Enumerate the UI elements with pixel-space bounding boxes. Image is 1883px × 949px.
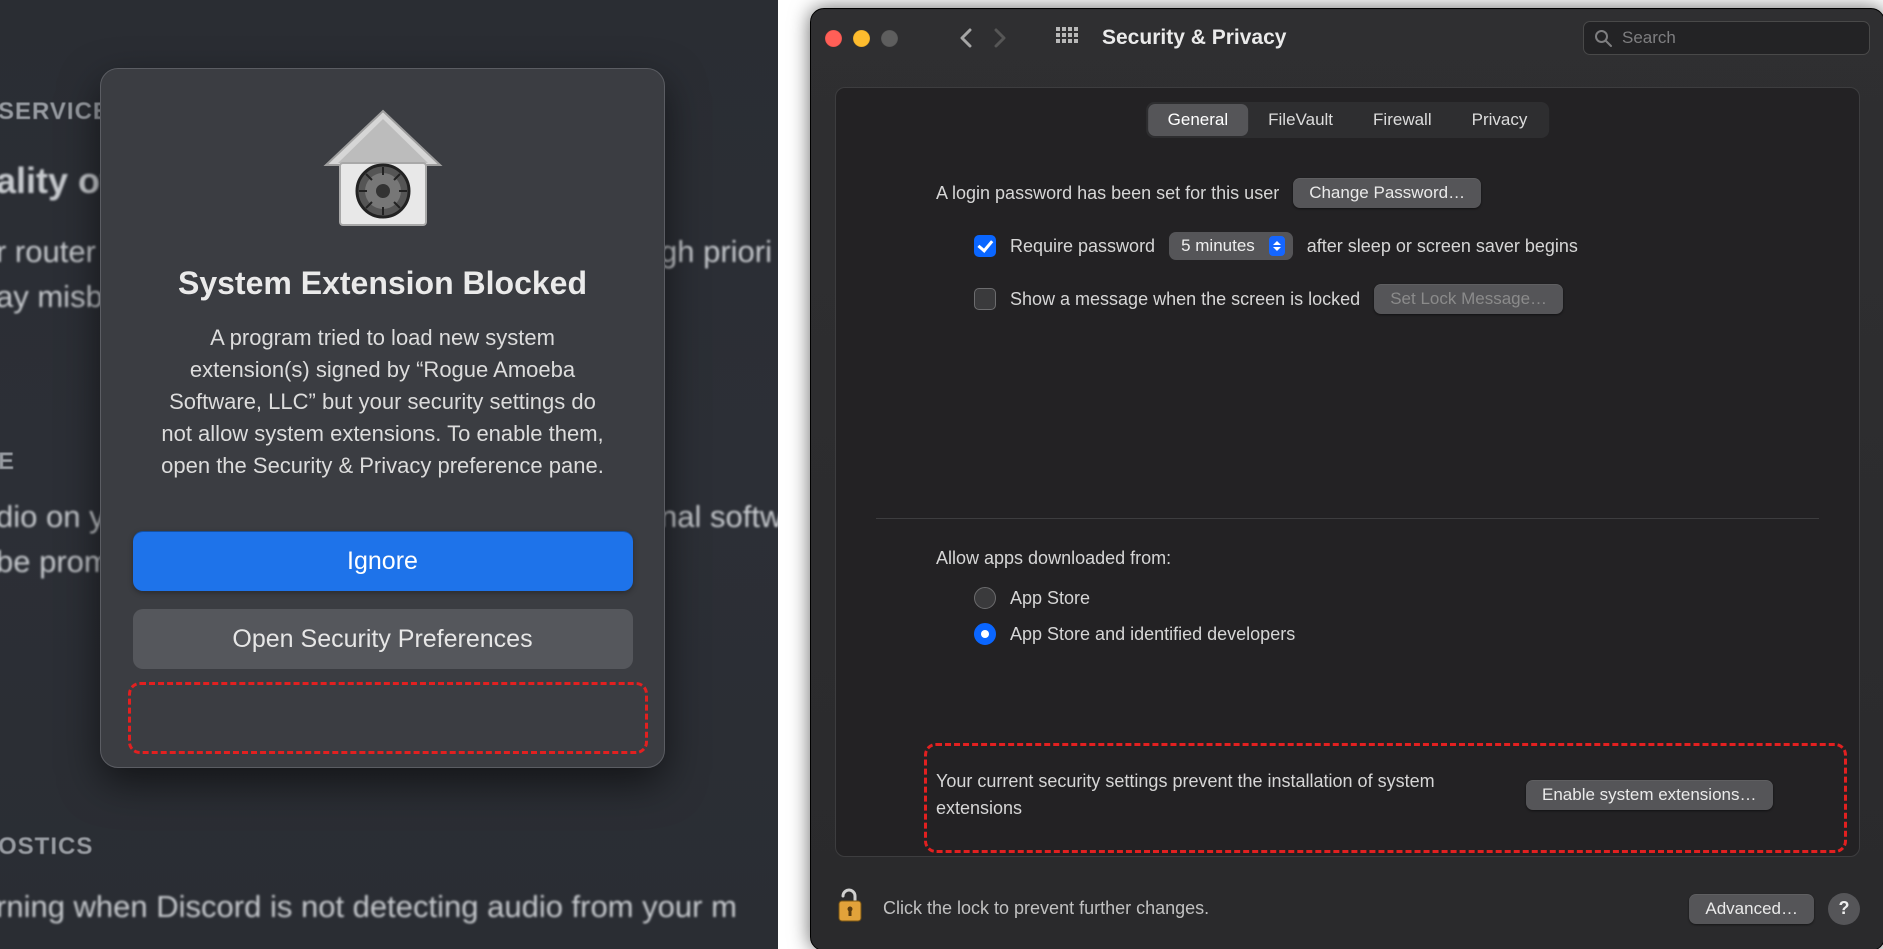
radio-appstore-label: App Store	[1010, 588, 1090, 609]
search-input[interactable]	[1620, 27, 1859, 49]
bg-heading-audio: E	[0, 445, 15, 480]
bg-text-router1: r router t	[0, 230, 113, 275]
window-traffic-lights	[825, 30, 898, 47]
open-security-preferences-label: Open Security Preferences	[232, 625, 532, 654]
open-security-preferences-button[interactable]: Open Security Preferences	[133, 609, 633, 669]
tab-filevault[interactable]: FileVault	[1248, 104, 1353, 136]
require-password-delay-value: 5 minutes	[1181, 236, 1255, 256]
security-privacy-window: Security & Privacy General FileVault Fir…	[810, 8, 1883, 949]
require-password-checkbox[interactable]	[974, 235, 996, 257]
dialog-body-text: A program tried to load new system exten…	[153, 322, 613, 481]
change-password-button[interactable]: Change Password…	[1293, 178, 1481, 208]
bg-heading-service: SERVICE	[0, 95, 110, 130]
dialog-title: System Extension Blocked	[178, 265, 587, 302]
login-password-section: A login password has been set for this u…	[936, 178, 1829, 338]
advanced-button[interactable]: Advanced…	[1689, 894, 1814, 924]
section-divider	[876, 518, 1819, 519]
search-icon	[1594, 29, 1612, 47]
help-button[interactable]: ?	[1828, 893, 1860, 925]
show-all-preferences-button[interactable]	[1056, 27, 1078, 49]
require-password-post: after sleep or screen saver begins	[1307, 236, 1578, 257]
allow-apps-section: Allow apps downloaded from: App Store Ap…	[936, 548, 1829, 669]
bg-text-priority: gh priori	[660, 230, 772, 275]
radio-appstore-identified-developers[interactable]	[974, 623, 996, 645]
left-background-panel: SERVICE ality of S r router t ay misbe g…	[0, 0, 778, 949]
system-extension-blocked-dialog: System Extension Blocked A program tried…	[100, 68, 665, 768]
system-extensions-section: Your current security settings prevent t…	[936, 768, 1829, 822]
bg-text-audio2: be prom	[0, 540, 110, 585]
radio-appstore-dev-label: App Store and identified developers	[1010, 624, 1295, 645]
enable-system-extensions-button[interactable]: Enable system extensions…	[1526, 780, 1773, 810]
close-window-button[interactable]	[825, 30, 842, 47]
bg-text-software: nal softw	[660, 495, 778, 540]
set-lock-message-button[interactable]: Set Lock Message…	[1374, 284, 1563, 314]
show-message-checkbox[interactable]	[974, 288, 996, 310]
tab-bar: General FileVault Firewall Privacy	[1146, 102, 1550, 138]
chevron-updown-icon	[1269, 236, 1285, 256]
lock-status-message: Click the lock to prevent further change…	[883, 898, 1209, 919]
bg-text-audio1: dio on y	[0, 495, 105, 540]
back-button[interactable]	[956, 28, 976, 48]
require-password-pre: Require password	[1010, 236, 1155, 257]
lock-icon[interactable]	[835, 887, 865, 930]
tab-general[interactable]: General	[1148, 104, 1248, 136]
bg-text-footer: rning when Discord is not detecting audi…	[0, 885, 737, 930]
system-extensions-blocked-message: Your current security settings prevent t…	[936, 768, 1496, 822]
minimize-window-button[interactable]	[853, 30, 870, 47]
content-panel: General FileVault Firewall Privacy A log…	[835, 87, 1860, 857]
tab-privacy[interactable]: Privacy	[1452, 104, 1548, 136]
login-password-message: A login password has been set for this u…	[936, 183, 1279, 204]
preferences-footer: Click the lock to prevent further change…	[835, 887, 1860, 930]
window-title: Security & Privacy	[1102, 26, 1286, 50]
show-message-label: Show a message when the screen is locked	[1010, 289, 1360, 310]
search-field-wrap[interactable]	[1583, 21, 1870, 55]
allow-apps-heading: Allow apps downloaded from:	[936, 548, 1171, 569]
tab-firewall[interactable]: Firewall	[1353, 104, 1452, 136]
titlebar: Security & Privacy	[811, 9, 1883, 67]
forward-button[interactable]	[990, 28, 1010, 48]
zoom-window-button[interactable]	[881, 30, 898, 47]
bg-heading-diagnostics: OSTICS	[0, 830, 93, 865]
security-house-icon	[318, 105, 448, 235]
require-password-delay-select[interactable]: 5 minutes	[1169, 232, 1293, 260]
radio-appstore[interactable]	[974, 587, 996, 609]
ignore-button[interactable]: Ignore	[133, 531, 633, 591]
